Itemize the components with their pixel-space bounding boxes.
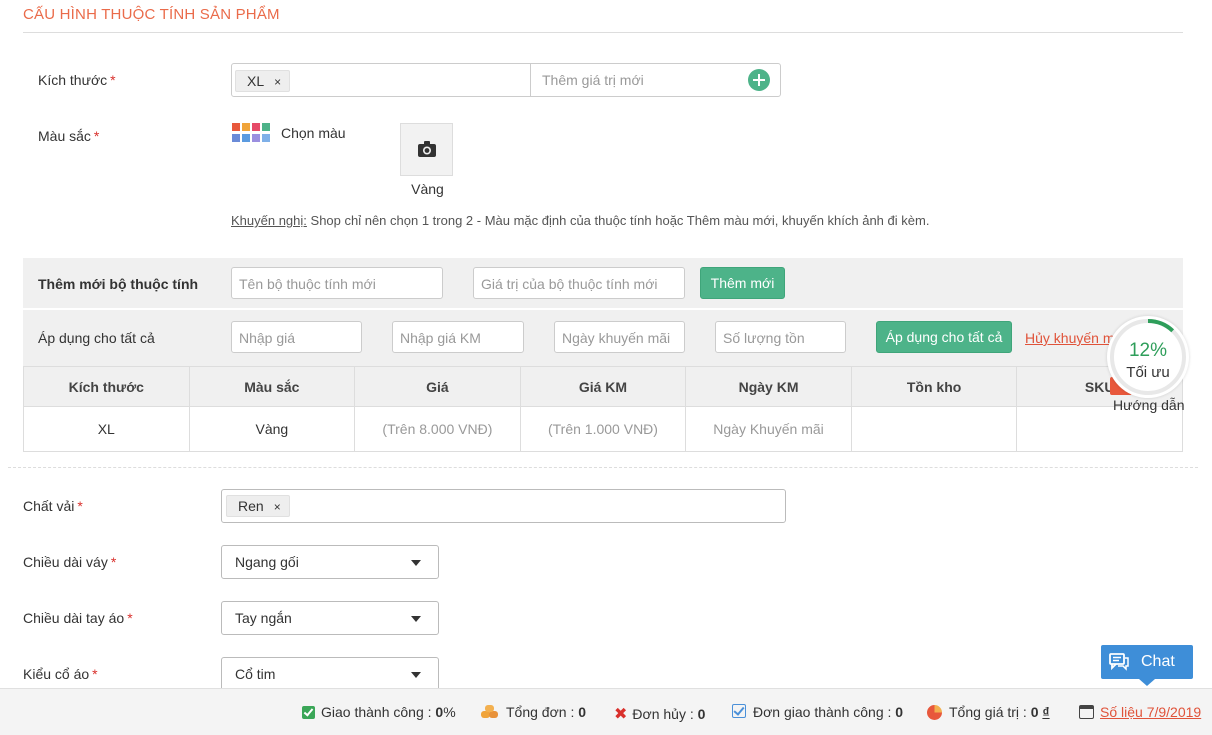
stat-success-rate: Giao thành công : 0% bbox=[302, 704, 456, 720]
chat-icon bbox=[1109, 653, 1129, 671]
stat-delivered-orders: Đơn giao thành công : 0 bbox=[732, 704, 903, 720]
optimize-label: Tối ưu bbox=[1126, 364, 1170, 381]
check-square-icon bbox=[302, 706, 315, 719]
x-icon: ✖ bbox=[614, 706, 628, 723]
chevron-down-icon bbox=[411, 616, 421, 622]
table-row: XL Vàng (Trên 8.000 VNĐ) (Trên 1.000 VNĐ… bbox=[23, 406, 1183, 452]
cell-price-input[interactable]: (Trên 8.000 VNĐ) bbox=[354, 406, 521, 452]
col-header-size: Kích thước bbox=[23, 366, 190, 407]
title-divider bbox=[23, 32, 1183, 33]
add-value-icon[interactable] bbox=[748, 69, 770, 91]
optimize-widget[interactable]: 12% Tối ưu bbox=[1107, 316, 1189, 398]
field-divider bbox=[530, 64, 531, 96]
price-input[interactable]: Nhập giá bbox=[231, 321, 362, 353]
skirt-length-select[interactable]: Ngang gối bbox=[221, 545, 439, 579]
chevron-down-icon bbox=[411, 672, 421, 678]
chat-pointer bbox=[1139, 679, 1155, 686]
color-label: Màu sắc * bbox=[38, 128, 100, 144]
pie-chart-icon bbox=[927, 705, 942, 720]
skirt-length-label: Chiều dài váy * bbox=[23, 554, 117, 570]
color-swatch[interactable] bbox=[400, 123, 453, 176]
apply-all-button[interactable]: Áp dụng cho tất cả bbox=[876, 321, 1012, 353]
size-label: Kích thước * bbox=[38, 72, 116, 88]
cell-size: XL bbox=[23, 406, 190, 452]
stock-input[interactable]: Số lượng tồn bbox=[715, 321, 846, 353]
choose-color-button[interactable]: Chọn màu bbox=[281, 125, 346, 141]
coins-icon bbox=[481, 705, 499, 719]
cell-promo-date-input[interactable]: Ngày Khuyến mãi bbox=[685, 406, 852, 452]
fabric-tag-remove-icon[interactable]: × bbox=[274, 500, 281, 514]
section-title: CẤU HÌNH THUỘC TÍNH SẢN PHẨM bbox=[23, 6, 280, 23]
stats-footer: Giao thành công : 0% Tổng đơn : 0 ✖ Đơn h… bbox=[0, 688, 1212, 735]
promo-price-input[interactable]: Nhập giá KM bbox=[392, 321, 524, 353]
collar-label: Kiểu cổ áo * bbox=[23, 666, 98, 682]
section-divider bbox=[8, 467, 1198, 468]
fabric-label: Chất vải * bbox=[23, 498, 83, 514]
set-value-input[interactable]: Giá trị của bộ thuộc tính mới bbox=[473, 267, 685, 299]
size-tag-remove-icon[interactable]: × bbox=[274, 75, 281, 89]
stat-total-value: Tổng giá trị : 0 ₫ bbox=[927, 704, 1050, 720]
apply-all-label: Áp dụng cho tất cả bbox=[38, 330, 155, 346]
col-header-color: Màu sắc bbox=[188, 366, 356, 407]
add-set-label: Thêm mới bộ thuộc tính bbox=[38, 276, 199, 292]
fabric-field[interactable]: Ren × bbox=[221, 489, 786, 523]
cell-color: Vàng bbox=[188, 406, 356, 452]
optimize-percent: 12% bbox=[1128, 340, 1168, 361]
guide-link[interactable]: Hướng dẫn bbox=[1113, 397, 1184, 413]
sleeve-length-select[interactable]: Tay ngắn bbox=[221, 601, 439, 635]
stat-cancelled-orders: ✖ Đơn hủy : 0 bbox=[614, 706, 706, 723]
col-header-promo-date: Ngày KM bbox=[685, 366, 852, 407]
chevron-down-icon bbox=[411, 560, 421, 566]
chat-label: Chat bbox=[1141, 653, 1175, 670]
col-header-stock: Tồn kho bbox=[850, 366, 1018, 407]
stat-total-orders: Tổng đơn : 0 bbox=[481, 704, 586, 720]
calendar-icon bbox=[1079, 705, 1094, 719]
report-link[interactable]: Số liệu 7/9/2019 bbox=[1100, 704, 1201, 720]
new-value-input[interactable]: Thêm giá trị mới bbox=[542, 72, 644, 88]
size-field[interactable]: XL × Thêm giá trị mới bbox=[231, 63, 781, 97]
promo-date-input[interactable]: Ngày khuyến mãi bbox=[554, 321, 685, 353]
camera-icon bbox=[418, 141, 436, 157]
col-header-price: Giá bbox=[354, 366, 521, 407]
sleeve-length-label: Chiều dài tay áo * bbox=[23, 610, 133, 626]
report-date: Số liệu 7/9/2019 bbox=[1079, 704, 1201, 720]
color-hint: Khuyến nghị: Shop chỉ nên chọn 1 trong 2… bbox=[231, 213, 930, 228]
cancel-promo-link[interactable]: Hủy khuyến m bbox=[1025, 330, 1114, 346]
cell-promo-price-input[interactable]: (Trên 1.000 VNĐ) bbox=[519, 406, 687, 452]
set-name-input[interactable]: Tên bộ thuộc tính mới bbox=[231, 267, 443, 299]
swatch-name: Vàng bbox=[411, 181, 444, 197]
fabric-tag: Ren × bbox=[226, 495, 290, 517]
checkbox-icon bbox=[732, 704, 746, 718]
col-header-promo-price: Giá KM bbox=[519, 366, 687, 407]
variants-table: Kích thước Màu sắc Giá Giá KM Ngày KM Tồ… bbox=[23, 366, 1183, 452]
size-tag: XL × bbox=[235, 70, 291, 92]
add-new-button[interactable]: Thêm mới bbox=[700, 267, 785, 299]
palette-icon[interactable] bbox=[232, 123, 272, 143]
cell-sku-input[interactable] bbox=[1016, 406, 1183, 452]
collar-select[interactable]: Cổ tim bbox=[221, 657, 439, 691]
cell-stock-input[interactable] bbox=[850, 406, 1018, 452]
chat-button[interactable]: Chat bbox=[1101, 645, 1193, 686]
